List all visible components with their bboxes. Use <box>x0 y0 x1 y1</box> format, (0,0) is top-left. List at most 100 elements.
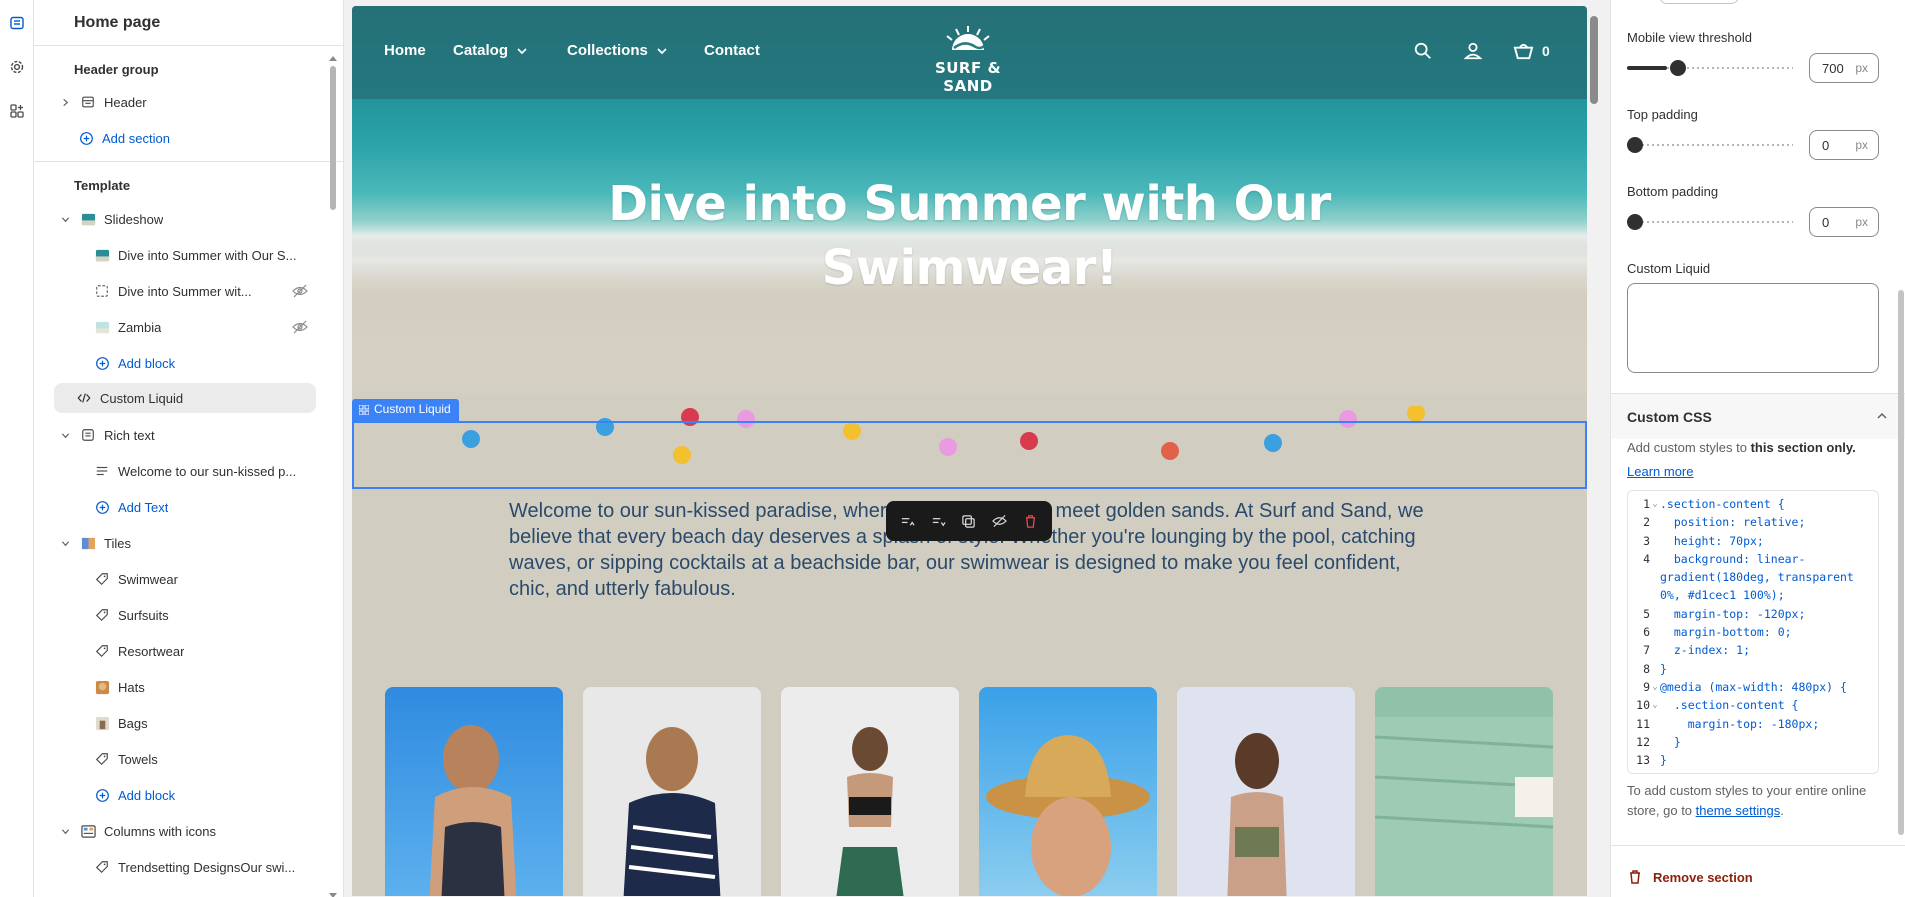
bottom-padding-slider[interactable] <box>1627 214 1793 230</box>
code-line[interactable]: 0%, #d1cec1 100%); <box>1628 586 1878 604</box>
slider-knob[interactable] <box>1627 137 1643 153</box>
custom-css-header[interactable]: Custom CSS <box>1611 393 1905 439</box>
code-line[interactable]: 13} <box>1628 751 1878 769</box>
learn-more-link[interactable]: Learn more <box>1627 464 1693 479</box>
add-text-button[interactable]: Add Text <box>54 492 316 522</box>
tile-towels[interactable] <box>1375 687 1553 896</box>
block-slide-3[interactable]: Zambia <box>54 312 316 342</box>
code-line[interactable]: 1 ⌄ .section-content { <box>1628 495 1878 513</box>
code-line[interactable]: 10 ⌄ .section-content { <box>1628 696 1878 714</box>
selected-section-outline[interactable] <box>352 421 1587 489</box>
move-up-icon[interactable] <box>896 510 918 532</box>
fold-icon[interactable]: ⌄ <box>1650 678 1660 696</box>
section-custom-liquid[interactable]: Custom Liquid <box>54 383 316 413</box>
section-tiles[interactable]: Tiles <box>54 528 316 558</box>
code-line[interactable]: 11 margin-top: -180px; <box>1628 715 1878 733</box>
sections-icon[interactable] <box>6 12 28 34</box>
block-column-item[interactable]: Trendsetting DesignsOur swi... <box>54 852 316 882</box>
hero-title[interactable]: Dive into Summer with Our Swimwear! <box>562 172 1377 300</box>
add-section-button[interactable]: Add section <box>54 123 316 153</box>
code-line[interactable]: 3 height: 70px; <box>1628 532 1878 550</box>
mobile-threshold-input[interactable]: 700 px <box>1809 53 1879 83</box>
section-slideshow[interactable]: Slideshow <box>54 204 316 234</box>
account-icon[interactable] <box>1462 40 1484 62</box>
code-line[interactable]: 8} <box>1628 660 1878 678</box>
tab-edge <box>1659 0 1739 4</box>
nav-collections[interactable]: Collections <box>567 42 668 59</box>
slider-track <box>1627 144 1793 146</box>
tile-bags[interactable] <box>1177 687 1355 896</box>
top-padding-input[interactable]: 0 px <box>1809 130 1879 160</box>
theme-settings-link[interactable]: theme settings <box>1696 803 1781 818</box>
chevron-down-icon[interactable] <box>58 212 72 226</box>
code-line[interactable]: 2 position: relative; <box>1628 513 1878 531</box>
preview-scrollbar[interactable] <box>1588 6 1600 896</box>
chevron-down-icon[interactable] <box>58 536 72 550</box>
chevron-down-icon[interactable] <box>58 824 72 838</box>
nav-home[interactable]: Home <box>384 42 426 59</box>
add-block-button[interactable]: Add block <box>54 780 316 810</box>
eye-hidden-icon[interactable] <box>292 320 308 334</box>
scrollbar-thumb[interactable] <box>330 66 336 210</box>
section-header[interactable]: Header <box>54 87 316 117</box>
sidebar-scrollbar[interactable] <box>329 56 337 897</box>
code-line[interactable]: gradient(180deg, transparent <box>1628 568 1878 586</box>
duplicate-icon[interactable] <box>958 510 980 532</box>
code-line[interactable]: 5 margin-top: -120px; <box>1628 605 1878 623</box>
scrollbar-thumb[interactable] <box>1898 290 1904 835</box>
scroll-up-arrow[interactable] <box>329 56 337 61</box>
hide-icon[interactable] <box>989 510 1011 532</box>
slider-knob[interactable] <box>1627 214 1643 230</box>
bottom-padding-input[interactable]: 0 px <box>1809 207 1879 237</box>
cart-icon[interactable] <box>1512 40 1534 62</box>
block-slide-1[interactable]: Dive into Summer with Our S... <box>54 240 316 270</box>
top-padding-slider[interactable] <box>1627 137 1793 153</box>
chevron-down-icon[interactable] <box>58 428 72 442</box>
settings-scrollbar[interactable] <box>1897 0 1905 897</box>
code-line[interactable]: 4 background: linear- <box>1628 550 1878 568</box>
mobile-threshold-label: Mobile view threshold <box>1627 30 1753 45</box>
apps-icon[interactable] <box>6 100 28 122</box>
tile-surfsuits[interactable] <box>583 687 761 896</box>
code-line[interactable]: 9 ⌄ @media (max-width: 480px) { <box>1628 678 1878 696</box>
code-line[interactable]: 6 margin-bottom: 0; <box>1628 623 1878 641</box>
gear-icon[interactable] <box>6 56 28 78</box>
tile-hats[interactable] <box>979 687 1157 896</box>
mobile-threshold-slider[interactable] <box>1627 60 1793 76</box>
code-line[interactable]: 12 } <box>1628 733 1878 751</box>
block-rich-text[interactable]: Welcome to our sun-kissed p... <box>54 456 316 486</box>
fold-icon[interactable]: ⌄ <box>1650 696 1660 714</box>
tile-resortwear[interactable] <box>781 687 959 896</box>
block-tile-surfsuits[interactable]: Surfsuits <box>54 600 316 630</box>
nav-contact[interactable]: Contact <box>704 42 760 59</box>
eye-hidden-icon[interactable] <box>292 284 308 298</box>
tile-swimwear[interactable] <box>385 687 563 896</box>
move-down-icon[interactable] <box>927 510 949 532</box>
slider-knob[interactable] <box>1670 60 1686 76</box>
custom-liquid-textarea[interactable] <box>1627 283 1879 373</box>
chevron-right-icon[interactable] <box>58 95 72 109</box>
block-slide-2[interactable]: Dive into Summer wit... <box>54 276 316 306</box>
block-tile-bags[interactable]: Bags <box>54 708 316 738</box>
block-tile-resortwear[interactable]: Resortwear <box>54 636 316 666</box>
add-block-button[interactable]: Add block <box>54 348 316 378</box>
css-code-editor[interactable]: 1 ⌄ .section-content {2 position: relative… <box>1627 490 1879 774</box>
block-tile-swimwear[interactable]: Swimwear <box>54 564 316 594</box>
block-tile-hats[interactable]: Hats <box>54 672 316 702</box>
section-rich-text[interactable]: Rich text <box>54 420 316 450</box>
delete-icon[interactable] <box>1020 510 1042 532</box>
nav-catalog[interactable]: Catalog <box>453 42 528 59</box>
scroll-down-arrow[interactable] <box>329 893 337 897</box>
remove-section-button[interactable]: Remove section <box>1627 869 1753 885</box>
store-logo[interactable]: SURF & SAND <box>912 24 1024 95</box>
code-line[interactable]: 7 z-index: 1; <box>1628 641 1878 659</box>
code-text: z-index: 1; <box>1660 643 1751 658</box>
selected-section-tag[interactable]: Custom Liquid <box>352 399 459 421</box>
fold-icon[interactable]: ⌄ <box>1650 495 1660 513</box>
scrollbar-thumb[interactable] <box>1590 16 1598 104</box>
section-columns-with-icons[interactable]: Columns with icons <box>54 816 316 846</box>
block-tile-towels[interactable]: Towels <box>54 744 316 774</box>
chevron-up-icon[interactable] <box>1876 410 1888 422</box>
search-icon[interactable] <box>1412 40 1434 62</box>
